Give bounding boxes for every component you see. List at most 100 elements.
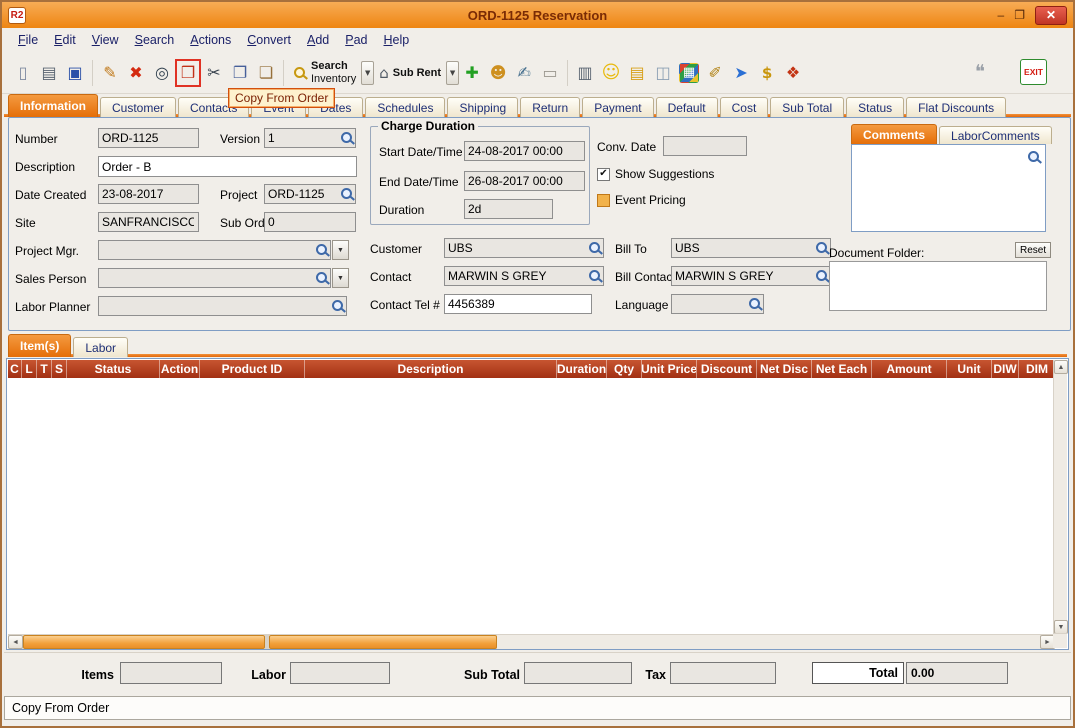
- bill-to-lookup-icon[interactable]: [815, 241, 829, 255]
- number-input[interactable]: [99, 131, 197, 145]
- tab-comments[interactable]: Comments: [851, 124, 938, 144]
- labor-planner-input[interactable]: [99, 299, 331, 313]
- menu-convert[interactable]: Convert: [239, 31, 299, 49]
- hscroll-track[interactable]: [497, 635, 1040, 649]
- comments-lookup-icon[interactable]: [1027, 150, 1041, 164]
- tab-information[interactable]: Information: [8, 94, 98, 117]
- project-input[interactable]: [265, 187, 340, 201]
- menu-actions[interactable]: Actions: [182, 31, 239, 49]
- save-icon[interactable]: ▣: [62, 59, 88, 87]
- total-input[interactable]: [907, 666, 1007, 680]
- menu-help[interactable]: Help: [376, 31, 418, 49]
- money-icon[interactable]: ❖: [780, 59, 806, 87]
- hscroll-thumb-right[interactable]: [269, 635, 497, 649]
- menu-edit[interactable]: Edit: [46, 31, 84, 49]
- reset-button[interactable]: Reset: [1015, 242, 1052, 258]
- minimize-button[interactable]: –: [998, 9, 1005, 21]
- tab-shipping[interactable]: Shipping: [447, 97, 519, 117]
- items-vscrollbar[interactable]: ▲ ▼: [1053, 360, 1068, 634]
- tab-schedules[interactable]: Schedules: [365, 97, 446, 117]
- menu-file[interactable]: File: [10, 31, 46, 49]
- menu-search[interactable]: Search: [127, 31, 183, 49]
- search-inventory-button[interactable]: Search Inventory: [288, 59, 361, 87]
- total-field[interactable]: [906, 662, 1008, 684]
- close-button[interactable]: ✕: [1035, 5, 1067, 25]
- tab-flat-discounts[interactable]: Flat Discounts: [906, 97, 1007, 117]
- project-field[interactable]: [264, 184, 356, 204]
- language-lookup-icon[interactable]: [748, 297, 762, 311]
- copy-icon[interactable]: ❐: [227, 59, 253, 87]
- new-document-icon[interactable]: ▯: [10, 59, 36, 87]
- scroll-left-button[interactable]: ◄: [8, 635, 23, 649]
- hscroll-thumb-left[interactable]: [23, 635, 265, 649]
- exit-button[interactable]: EXIT: [1020, 59, 1047, 85]
- sales-person-field[interactable]: [98, 268, 331, 288]
- items-hscrollbar[interactable]: ◄ ►: [8, 634, 1055, 649]
- notes-icon[interactable]: ▤: [624, 59, 650, 87]
- maximize-button[interactable]: ❐: [1014, 9, 1025, 21]
- conv-date-field[interactable]: [663, 136, 747, 156]
- edit-pad-icon[interactable]: ✍: [511, 59, 537, 87]
- menu-add[interactable]: Add: [299, 31, 337, 49]
- coins-icon[interactable]: $: [754, 59, 780, 87]
- paste-icon[interactable]: ❏: [253, 59, 279, 87]
- tab-default[interactable]: Default: [655, 97, 718, 117]
- bill-contact-input[interactable]: [672, 269, 815, 283]
- site-field[interactable]: [98, 212, 199, 232]
- package-icon[interactable]: ◫: [650, 59, 676, 87]
- contact-tel-field[interactable]: [444, 294, 592, 314]
- smiley-icon[interactable]: ☺: [598, 59, 624, 87]
- vscroll-track[interactable]: [1054, 374, 1067, 620]
- customer-field[interactable]: [444, 238, 604, 258]
- cubes-icon[interactable]: ▦: [679, 62, 700, 83]
- bill-contact-lookup-icon[interactable]: [815, 269, 829, 283]
- sub-rent-button[interactable]: ⌂ Sub Rent: [374, 59, 446, 87]
- document-folder-box[interactable]: [829, 261, 1047, 311]
- contact-tel-input[interactable]: [445, 297, 590, 311]
- scroll-down-button[interactable]: ▼: [1054, 620, 1068, 634]
- print-icon[interactable]: ▤: [36, 59, 62, 87]
- labor-total-input[interactable]: [291, 666, 389, 680]
- site-input[interactable]: [99, 215, 197, 229]
- number-field[interactable]: [98, 128, 199, 148]
- project-lookup-icon[interactable]: [340, 187, 354, 201]
- scroll-up-button[interactable]: ▲: [1054, 360, 1068, 374]
- tab-customer[interactable]: Customer: [100, 97, 177, 117]
- sync-dollar-icon[interactable]: ➤: [728, 59, 754, 87]
- menu-view[interactable]: View: [84, 31, 127, 49]
- sub-orders-field[interactable]: [264, 212, 356, 232]
- duration-field[interactable]: [464, 199, 553, 219]
- sales-person-dropdown[interactable]: ▼: [332, 268, 349, 288]
- language-input[interactable]: [672, 297, 748, 311]
- customer-lookup-icon[interactable]: [588, 241, 602, 255]
- project-mgr-lookup-icon[interactable]: [315, 243, 329, 257]
- customer-input[interactable]: [445, 241, 588, 255]
- bill-contact-field[interactable]: [671, 266, 831, 286]
- tab-cost[interactable]: Cost: [719, 97, 769, 117]
- add-icon[interactable]: ✚: [459, 59, 485, 87]
- sales-person-input[interactable]: [99, 271, 315, 285]
- version-lookup-icon[interactable]: [340, 131, 354, 145]
- tab-items[interactable]: Item(s): [8, 334, 72, 357]
- tax-field[interactable]: [670, 662, 776, 684]
- labor-total-field[interactable]: [290, 662, 390, 684]
- labor-planner-lookup-icon[interactable]: [331, 299, 345, 313]
- start-datetime-input[interactable]: [465, 144, 583, 158]
- delete-icon[interactable]: ✖: [123, 59, 149, 87]
- event-pricing-checkbox[interactable]: Event Pricing: [597, 193, 686, 207]
- contact-field[interactable]: [444, 266, 604, 286]
- version-input[interactable]: [265, 131, 340, 145]
- bill-to-field[interactable]: [671, 238, 831, 258]
- comment-icon[interactable]: ❝: [967, 58, 993, 86]
- labor-planner-field[interactable]: [98, 296, 347, 316]
- comments-textarea[interactable]: [853, 146, 1024, 228]
- description-field[interactable]: [98, 156, 357, 177]
- copy-from-order-icon[interactable]: ❒: [175, 58, 201, 87]
- find-icon[interactable]: ◎: [149, 59, 175, 87]
- start-datetime-field[interactable]: [464, 141, 585, 161]
- language-field[interactable]: [671, 294, 764, 314]
- project-mgr-field[interactable]: [98, 240, 331, 260]
- items-table-body[interactable]: [8, 378, 1055, 635]
- pad-icon[interactable]: ▭: [537, 59, 563, 87]
- duration-input[interactable]: [465, 202, 551, 216]
